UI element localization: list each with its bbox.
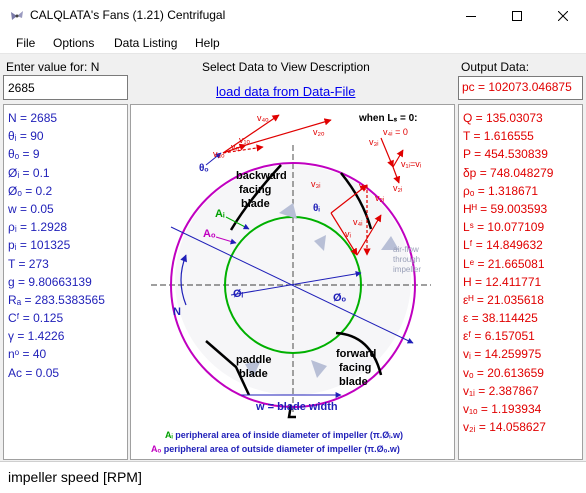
input-label: Enter value for: N (6, 60, 100, 74)
window-title: CALQLATA's Fans (1.21) Centrifugal (30, 8, 226, 22)
output-data-item[interactable]: ε = 38.114425 (463, 309, 582, 327)
output-data-item[interactable]: vₒ = 20.613659 (463, 364, 582, 382)
ao-label: Aₒ (203, 228, 216, 240)
input-data-item[interactable]: pᵢ = 101325 (8, 236, 127, 254)
backward-label: backward (236, 170, 287, 182)
n-label: N (173, 306, 181, 318)
menu-help[interactable]: Help (195, 36, 220, 50)
output-data-item[interactable]: v₁ᵢ = 2.387867 (463, 382, 582, 400)
menu-options[interactable]: Options (53, 36, 94, 50)
theta-i-label: θᵢ (313, 203, 320, 214)
maximize-icon (512, 11, 522, 21)
phi-o-label: Øₒ (333, 292, 347, 304)
input-data-item[interactable]: Rₐ = 283.5383565 (8, 291, 127, 309)
output-data-item[interactable]: v₂ᵢ = 14.058627 (463, 418, 582, 436)
close-icon (558, 11, 568, 21)
input-data-item[interactable]: γ = 1.4226 (8, 327, 127, 345)
airflow-label-3: impeller (393, 265, 421, 274)
v1i-vi-label: v₁ᵢ=vᵢ (401, 159, 421, 169)
input-data-item[interactable]: ρᵢ = 1.2928 (8, 218, 127, 236)
v4i-zero-label: v₄ᵢ = 0 (383, 127, 408, 137)
output-data-item[interactable]: δp = 748.048279 (463, 164, 582, 182)
output-data-list: Q = 135.03073 T = 1.616555 P = 454.530839 δ… (458, 104, 583, 460)
v3i-top-vector (380, 137, 394, 168)
legend-ao: Aₒ peripheral area of outside diameter o… (151, 444, 400, 454)
vo-label: vₒ (231, 142, 240, 152)
input-data-item[interactable]: Ac = 0.05 (8, 364, 127, 382)
fan-logo-icon (11, 11, 23, 20)
ai-label: Aᵢ (215, 208, 225, 220)
v2i-top-vector (392, 166, 401, 184)
v4o-label: v₄ₒ (257, 113, 269, 123)
minimize-button[interactable] (448, 0, 494, 32)
blade-label: blade (241, 198, 270, 210)
output-label: Output Data: (461, 60, 530, 74)
v2o-label: v₂ₒ (313, 127, 325, 137)
vi-label: vᵢ (345, 229, 351, 239)
input-data-item[interactable]: g = 9.80663139 (8, 273, 127, 291)
v3i-label: v₃ᵢ (311, 179, 321, 189)
select-data-heading: Select Data to View Description (202, 60, 370, 74)
menu-bar: File Options Data Listing Help (0, 32, 586, 54)
airflow-label-1: air-flow (393, 245, 419, 254)
output-data-item[interactable]: P = 454.530839 (463, 145, 582, 163)
theta-o-label: θₒ (199, 163, 209, 174)
output-data-item[interactable]: v₁ₒ = 1.193934 (463, 400, 582, 418)
output-data-item[interactable]: ρₒ = 1.318671 (463, 182, 582, 200)
output-data-item[interactable]: εᶠ = 6.157051 (463, 327, 582, 345)
v1o-label: v₁ₒ (239, 135, 251, 145)
value-input[interactable] (3, 75, 128, 100)
forward-facing-label: facing (339, 362, 371, 374)
input-data-item[interactable]: Øₒ = 0.2 (8, 182, 127, 200)
v1i-label: v₁ᵢ (359, 181, 368, 191)
input-data-item[interactable]: nᵒ = 40 (8, 345, 127, 363)
output-data-item[interactable]: Hᴴ = 59.003593 (463, 200, 582, 218)
minimize-icon (466, 16, 476, 17)
paddle-label: paddle (236, 354, 271, 366)
forward-blade-label: blade (339, 376, 368, 388)
input-data-item[interactable]: w = 0.05 (8, 200, 127, 218)
status-bar: impeller speed [RPM] (0, 461, 586, 493)
input-data-item[interactable]: θᵢ = 90 (8, 127, 127, 145)
v3o-label: v₃ₒ (213, 149, 225, 159)
v2i-top-label: v₂ᵢ (393, 183, 402, 193)
output-data-item[interactable]: εᴴ = 21.035618 (463, 291, 582, 309)
v1o-vector (222, 144, 264, 154)
input-data-list: N = 2685 θᵢ = 90 θₒ = 9 Øᵢ = 0.1 Øₒ = 0.2 w =… (3, 104, 128, 460)
fan-diagram: backward facing blade paddle blade forwa… (130, 104, 455, 460)
title-bar: CALQLATA's Fans (1.21) Centrifugal (0, 0, 586, 32)
close-button[interactable] (540, 0, 586, 32)
output-data-item[interactable]: Lᶠ = 14.849632 (463, 236, 582, 254)
blade-width-label: w = blade width (255, 401, 338, 413)
maximize-button[interactable] (494, 0, 540, 32)
output-data-item[interactable]: vᵢ = 14.259975 (463, 345, 582, 363)
impeller-diagram-svg: backward facing blade paddle blade forwa… (151, 113, 431, 454)
input-data-item[interactable]: θₒ = 9 (8, 145, 127, 163)
legend-ai: Aᵢ peripheral area of inside diameter of… (165, 430, 403, 440)
v4i-label: v₄ᵢ (353, 217, 363, 227)
airflow-label-2: through (393, 255, 420, 264)
output-data-item[interactable]: Q = 135.03073 (463, 109, 582, 127)
output-data-item[interactable]: T = 1.616555 (463, 127, 582, 145)
input-data-item[interactable]: T = 273 (8, 255, 127, 273)
output-data-item[interactable]: H = 12.411771 (463, 273, 582, 291)
phi-i-label: Øᵢ (233, 288, 244, 300)
input-data-item[interactable]: Cᶠ = 0.125 (8, 309, 127, 327)
facing-label: facing (239, 184, 271, 196)
status-description: impeller speed [RPM] (8, 469, 142, 485)
load-data-link[interactable]: load data from Data-File (216, 84, 355, 99)
input-data-item[interactable]: N = 2685 (8, 109, 127, 127)
v3i-top-label: v₃ᵢ (369, 137, 379, 147)
forward-label: forward (336, 348, 376, 360)
input-data-item[interactable]: Øᵢ = 0.1 (8, 164, 127, 182)
paddle-blade-label: blade (239, 368, 268, 380)
output-value-field: pc = 102073.046875 (458, 76, 583, 100)
output-data-item[interactable]: Lˢ = 10.077109 (463, 218, 582, 236)
menu-file[interactable]: File (16, 36, 35, 50)
menu-data-listing[interactable]: Data Listing (114, 36, 177, 50)
when-ls-label: when Lₛ = 0: (358, 113, 417, 124)
output-data-item[interactable]: Lᵉ = 21.665081 (463, 255, 582, 273)
v2i-label: v₂ᵢ (375, 193, 384, 203)
